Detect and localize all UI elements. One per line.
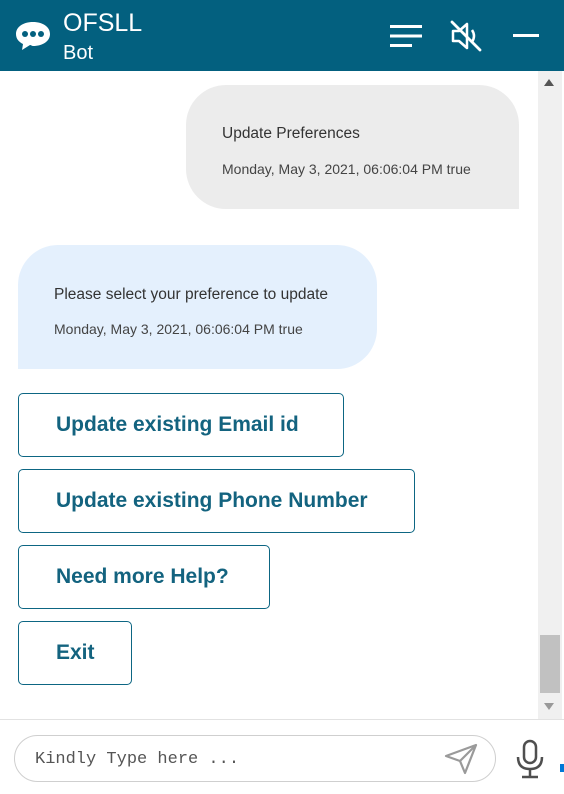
scroll-thumb[interactable] [540,635,560,693]
conversation-scrollbar[interactable] [538,71,562,719]
update-email-button[interactable]: Update existing Email id [18,393,344,457]
need-help-button[interactable]: Need more Help? [18,545,270,609]
message-input-wrapper [14,735,496,782]
bot-subtitle: Bot [63,42,94,64]
conversation-pane: Update Preferences Monday, May 3, 2021, … [0,71,538,719]
scroll-up-arrow-icon[interactable] [544,79,554,86]
send-button[interactable] [443,742,479,776]
user-message-timestamp: Monday, May 3, 2021, 06:06:04 PM true [222,161,471,177]
hamburger-menu-icon [390,25,422,47]
exit-button[interactable]: Exit [18,621,132,685]
bot-message-text: Please select your preference to update [54,286,329,303]
user-message-bubble: Update Preferences Monday, May 3, 2021, … [186,85,519,209]
scroll-down-arrow-icon[interactable] [544,703,554,710]
speaker-muted-icon [450,20,482,52]
menu-button[interactable] [384,14,428,58]
bot-title: OFSLL [63,9,143,37]
user-message-text: Update Preferences [222,125,360,142]
chat-footer [0,719,564,794]
microphone-icon [516,739,544,779]
edge-indicator [560,764,564,772]
minimize-icon [513,34,539,37]
mute-button[interactable] [444,14,488,58]
send-paper-plane-icon [444,743,478,775]
chat-header: OFSLL Bot [0,0,564,71]
microphone-button[interactable] [513,738,547,780]
bot-message-timestamp: Monday, May 3, 2021, 06:06:04 PM true [54,321,303,337]
message-input[interactable] [35,744,435,774]
chat-bubble-icon [16,22,50,50]
bot-message-bubble: Please select your preference to update … [18,245,377,369]
minimize-button[interactable] [504,14,548,58]
update-phone-button[interactable]: Update existing Phone Number [18,469,415,533]
